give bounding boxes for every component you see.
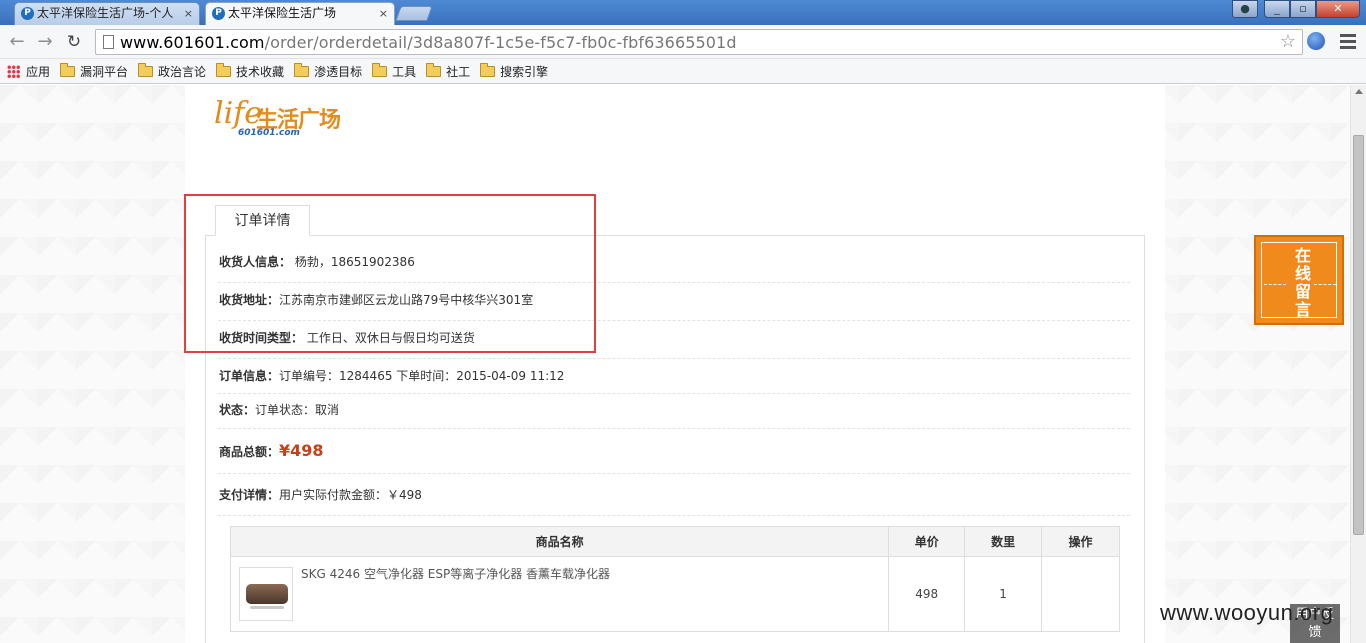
tab-close-icon[interactable]: × <box>184 3 193 24</box>
order-info: 订单信息：订单编号：1284465 下单时间：2015-04-09 11:12 <box>219 369 565 383</box>
url-text[interactable]: www.601601.com/order/orderdetail/3d8a807… <box>120 33 737 52</box>
folder-icon <box>372 62 388 77</box>
bookmarks-bar: 应用 漏洞平台 政治言论 技术收藏 渗透目标 工具 社工 搜索引擎 <box>0 59 1366 84</box>
site-favicon-icon: P <box>212 7 225 20</box>
product-name-link[interactable]: SKG 4246 空气净化器 ESP等离子净化器 香薰车载净化器 <box>301 565 610 621</box>
column-header: 数里 <box>964 526 1043 557</box>
divider <box>218 515 1130 516</box>
bookmark-folder[interactable]: 搜索引擎 <box>480 62 548 80</box>
folder-icon <box>138 62 154 77</box>
window-controls: ● _ ▫ ✕ <box>1232 0 1360 18</box>
tab-personal[interactable]: P 太平洋保险生活广场-个人 × <box>14 2 200 25</box>
back-arrow-icon[interactable]: ← <box>6 31 28 53</box>
tab-label: 太平洋保险生活广场 <box>228 6 337 20</box>
shipping-address: 收货地址：江苏南京市建邺区云龙山路79号中核华兴301室 <box>219 293 534 307</box>
table-header-row: 商品名称 单价 数里 操作 <box>229 526 1120 557</box>
product-image[interactable] <box>239 567 293 621</box>
total-price: ¥498 <box>279 441 324 460</box>
user-icon[interactable]: ● <box>1232 0 1258 18</box>
divider <box>218 393 1130 394</box>
folder-icon <box>216 62 232 77</box>
folder-icon <box>426 62 442 77</box>
minimize-button[interactable]: _ <box>1264 0 1290 18</box>
menu-icon[interactable] <box>1340 34 1356 52</box>
folder-icon <box>60 62 76 77</box>
column-header: 单价 <box>888 526 966 557</box>
scroll-up-arrow-icon[interactable] <box>1355 89 1363 94</box>
scrollbar-thumb[interactable] <box>1353 135 1364 535</box>
order-status: 状态：订单状态：取消 <box>219 403 340 417</box>
new-tab-button[interactable] <box>395 6 433 21</box>
column-header: 商品名称 <box>229 526 890 557</box>
watermark: www.wooyun.org <box>1160 600 1334 625</box>
divider <box>218 428 1130 429</box>
folder-icon <box>294 62 310 77</box>
receiver-info: 收货人信息： 杨勃，18651902386 <box>219 255 415 269</box>
address-bar[interactable]: www.601601.com/order/orderdetail/3d8a807… <box>95 29 1303 55</box>
divider <box>218 282 1130 283</box>
bookmark-folder[interactable]: 技术收藏 <box>216 62 284 80</box>
table-row: SKG 4246 空气净化器 ESP等离子净化器 香薰车载净化器 498 1 <box>229 556 1120 632</box>
order-total: 商品总额：¥498 <box>219 441 324 460</box>
online-message-button[interactable]: 在线留言 <box>1254 235 1344 325</box>
goods-table: 商品名称 单价 数里 操作 SKG 4246 空气净化器 ESP等离子净化器 香… <box>229 526 1120 632</box>
actions-cell <box>1041 556 1120 632</box>
tab-order-details[interactable]: 订单详情 <box>215 205 310 236</box>
tab-close-icon[interactable]: × <box>379 3 388 24</box>
tab-order-detail[interactable]: P 太平洋保险生活广场 × <box>205 2 395 25</box>
maximize-button[interactable]: ▫ <box>1290 0 1316 18</box>
column-header: 操作 <box>1041 526 1120 557</box>
online-message-label: 在线留言 <box>1294 246 1311 319</box>
browser-titlebar: P 太平洋保险生活广场-个人 × P 太平洋保险生活广场 × ● _ ▫ ✕ <box>0 0 1366 25</box>
bookmark-folder[interactable]: 工具 <box>372 62 416 80</box>
folder-icon <box>480 62 496 77</box>
close-window-button[interactable]: ✕ <box>1316 0 1360 18</box>
bookmark-folder[interactable]: 渗透目标 <box>294 62 362 80</box>
bookmark-folder[interactable]: 漏洞平台 <box>60 62 128 80</box>
page-scrollbar[interactable] <box>1350 85 1366 643</box>
payment-details: 支付详情：用户实际付款金额：￥498 <box>219 488 422 502</box>
page-icon <box>103 35 114 49</box>
browser-toolbar: ← → ↻ www.601601.com/order/orderdetail/3… <box>0 25 1366 59</box>
quantity: 1 <box>964 556 1043 632</box>
delivery-time-type: 收货时间类型： 工作日、双休日与假日均可送货 <box>219 331 475 345</box>
globe-extension-icon[interactable] <box>1307 32 1325 50</box>
bookmark-apps[interactable]: 应用 <box>7 63 50 80</box>
product-cell: SKG 4246 空气净化器 ESP等离子净化器 香薰车载净化器 <box>229 556 890 632</box>
forward-arrow-icon[interactable]: → <box>34 31 56 53</box>
apps-grid-icon <box>7 64 20 78</box>
divider <box>218 320 1130 321</box>
divider <box>218 358 1130 359</box>
bookmark-folder[interactable]: 政治言论 <box>138 62 206 80</box>
bookmark-folder[interactable]: 社工 <box>426 62 470 80</box>
bookmark-star-icon[interactable]: ☆ <box>1280 31 1296 52</box>
tab-label: 太平洋保险生活广场-个人 <box>37 6 174 20</box>
divider <box>218 473 1130 474</box>
site-logo[interactable]: life 生活广场 601601.com <box>214 96 354 142</box>
reload-icon[interactable]: ↻ <box>63 31 85 53</box>
unit-price: 498 <box>888 556 966 632</box>
site-favicon-icon: P <box>21 7 34 20</box>
